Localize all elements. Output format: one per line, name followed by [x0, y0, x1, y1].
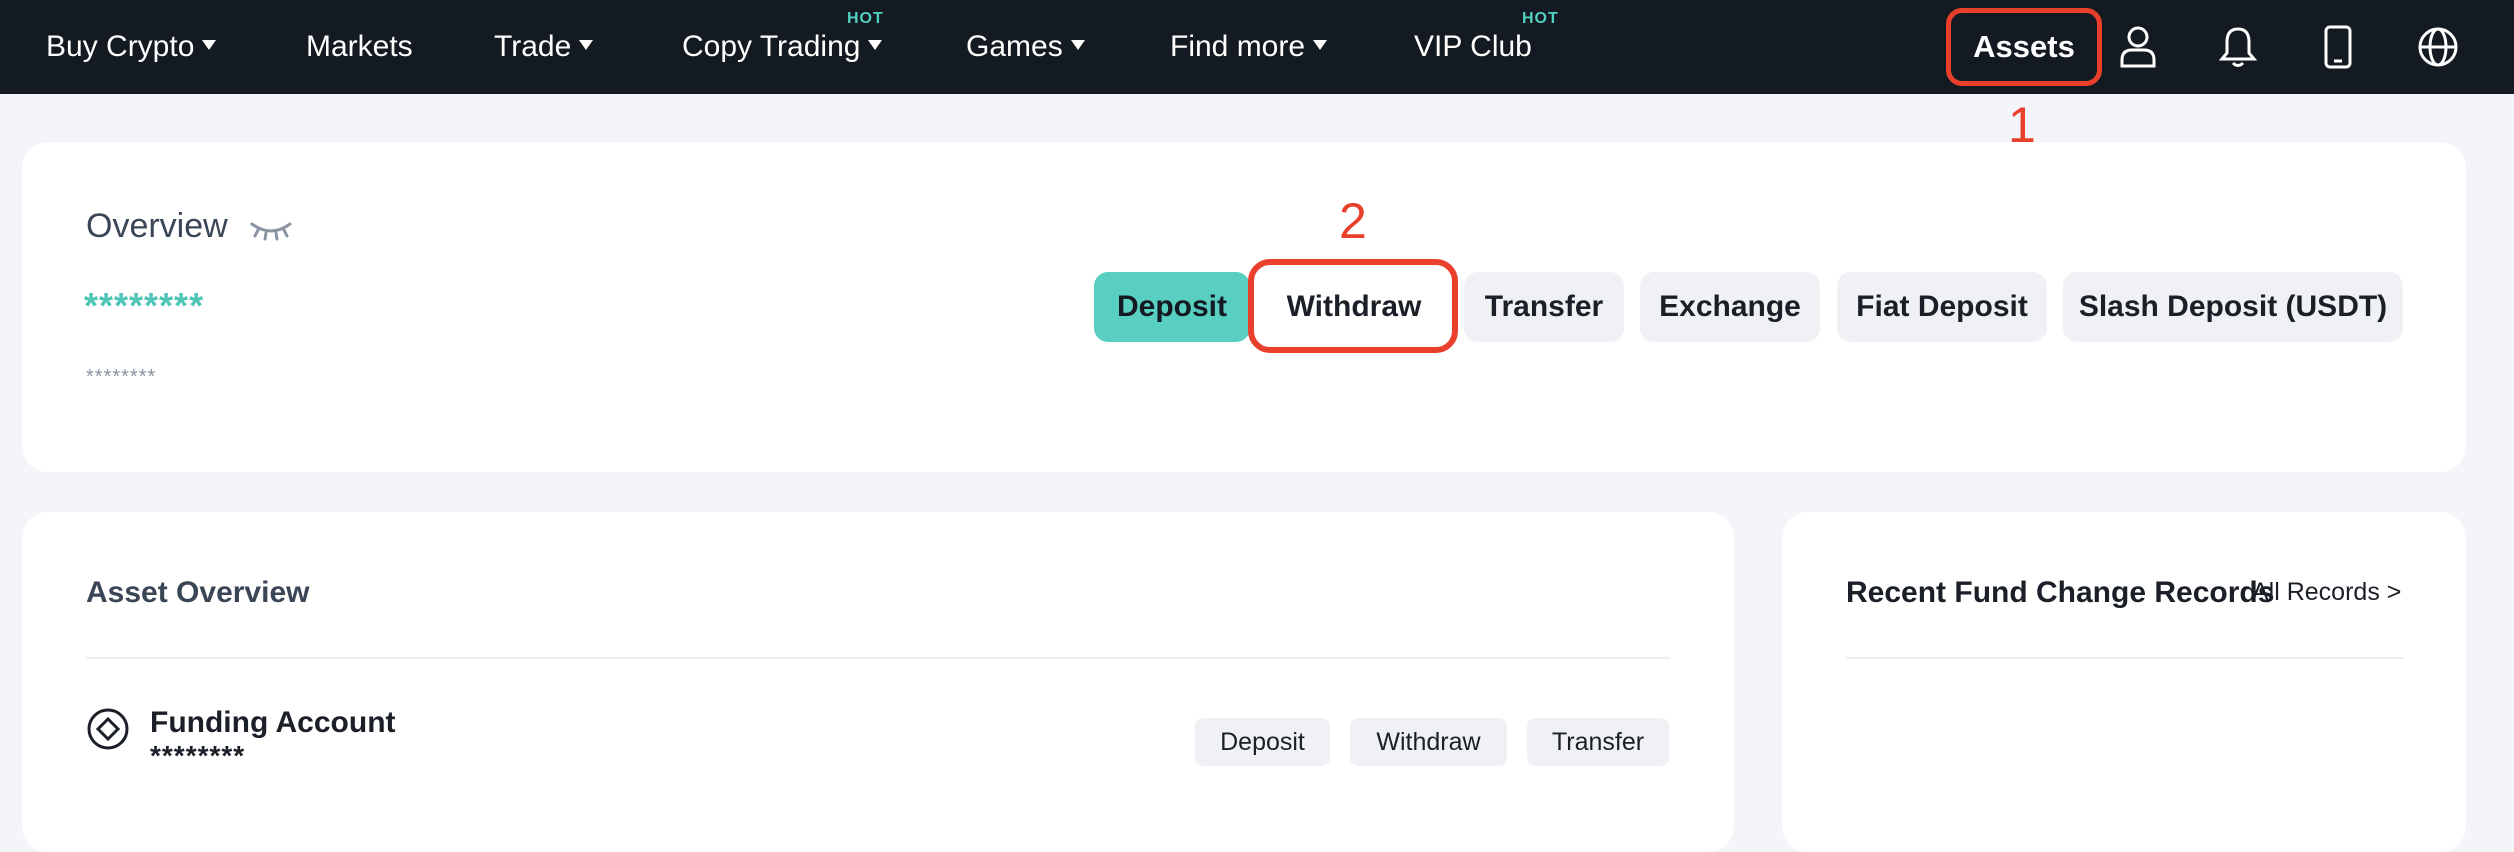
withdraw-highlight-ring [1248, 259, 1458, 353]
mobile-icon[interactable] [2313, 22, 2363, 72]
funding-account-balance-masked: ******** [150, 740, 246, 771]
divider [86, 657, 1670, 659]
asset-overview-title: Asset Overview [86, 576, 310, 609]
nav-buy-crypto[interactable]: Buy Crypto [46, 0, 217, 94]
nav-games[interactable]: Games [966, 0, 1085, 94]
deposit-button[interactable]: Deposit [1094, 272, 1250, 342]
transfer-button[interactable]: Transfer [1464, 272, 1624, 342]
nav-markets-label: Markets [306, 30, 413, 63]
nav-markets[interactable]: Markets [306, 0, 413, 94]
divider [1846, 657, 2404, 659]
nav-find-more[interactable]: Find more [1170, 0, 1328, 94]
hidden-eye-icon[interactable] [248, 218, 294, 242]
nav-copy-trading-label: Copy Trading [682, 30, 861, 63]
hot-badge: HOT [847, 10, 884, 27]
nav-find-more-label: Find more [1170, 30, 1306, 63]
hot-badge: HOT [1522, 10, 1559, 27]
caret-down-icon [1070, 40, 1085, 50]
nav-trade[interactable]: Trade [494, 0, 594, 94]
funding-account-name: Funding Account [150, 706, 396, 739]
caret-down-icon [202, 40, 217, 50]
funding-transfer-button[interactable]: Transfer [1527, 718, 1669, 766]
fiat-deposit-button[interactable]: Fiat Deposit [1837, 272, 2047, 342]
top-nav: Buy Crypto Markets Trade Copy Trading HO… [0, 0, 2514, 94]
nav-vip-club[interactable]: VIP Club [1414, 0, 1532, 94]
caret-down-icon [579, 40, 594, 50]
bell-icon[interactable] [2213, 22, 2263, 72]
assets-button-label: Assets [1973, 29, 2075, 64]
nav-trade-label: Trade [494, 30, 572, 63]
assets-button[interactable]: Assets [1946, 8, 2102, 86]
records-title: Recent Fund Change Records [1846, 576, 2275, 609]
overview-title: Overview [86, 207, 228, 245]
exchange-button[interactable]: Exchange [1640, 272, 1820, 342]
nav-vip-club-label: VIP Club [1414, 30, 1532, 63]
all-records-link[interactable]: All Records > [2252, 578, 2401, 607]
slash-deposit-button[interactable]: Slash Deposit (USDT) [2063, 272, 2403, 342]
balance-masked: ******** [84, 285, 205, 326]
caret-down-icon [868, 40, 883, 50]
annotation-step-2: 2 [1339, 193, 1367, 249]
sub-balance-masked: ******** [86, 366, 157, 388]
globe-icon[interactable] [2413, 22, 2463, 72]
funding-account-icon [86, 707, 130, 751]
funding-withdraw-button[interactable]: Withdraw [1350, 718, 1507, 766]
asset-overview-card [22, 512, 1734, 852]
records-card [1782, 512, 2466, 852]
nav-games-label: Games [966, 30, 1063, 63]
user-icon[interactable] [2113, 22, 2163, 72]
nav-buy-crypto-label: Buy Crypto [46, 30, 195, 63]
caret-down-icon [1313, 40, 1328, 50]
funding-deposit-button[interactable]: Deposit [1195, 718, 1330, 766]
